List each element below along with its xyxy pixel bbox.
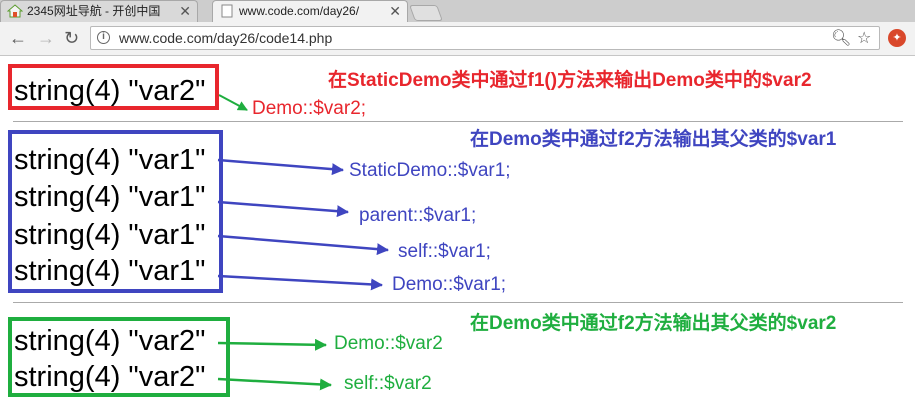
output-line: string(4) "var1" <box>14 219 206 251</box>
divider <box>13 302 903 303</box>
green-annotation-code: Demo::$var2 <box>334 333 443 354</box>
divider <box>13 121 903 122</box>
output-line: string(4) "var2" <box>14 325 206 357</box>
output-line: string(4) "var1" <box>14 144 206 176</box>
arrow-red <box>218 94 248 111</box>
blue-annotation-title: 在Demo类中通过f2方法输出其父类的$var1 <box>470 129 837 150</box>
red-annotation-code: Demo::$var2; <box>252 98 367 119</box>
arrow-blue-2 <box>217 200 349 218</box>
arrow-blue-4 <box>217 274 383 291</box>
output-line: string(4) "var2" <box>14 75 206 107</box>
output-line: string(4) "var2" <box>14 361 206 393</box>
arrow-blue-3 <box>217 234 389 256</box>
output-line: string(4) "var1" <box>14 255 206 287</box>
red-annotation-title: 在StaticDemo类中通过f1()方法来输出Demo类中的$var2 <box>328 70 812 91</box>
output-line: string(4) "var1" <box>14 181 206 213</box>
arrow-green-1 <box>217 338 327 351</box>
blue-annotation-code: self::$var1; <box>398 241 491 262</box>
green-annotation-code: self::$var2 <box>344 373 432 394</box>
blue-annotation-code: Demo::$var1; <box>392 274 507 295</box>
green-annotation-title: 在Demo类中通过f2方法输出其父类的$var2 <box>470 313 837 334</box>
arrow-blue-1 <box>217 158 344 176</box>
arrow-green-2 <box>217 377 332 391</box>
blue-annotation-code: StaticDemo::$var1; <box>349 160 511 181</box>
blue-annotation-code: parent::$var1; <box>359 205 477 226</box>
